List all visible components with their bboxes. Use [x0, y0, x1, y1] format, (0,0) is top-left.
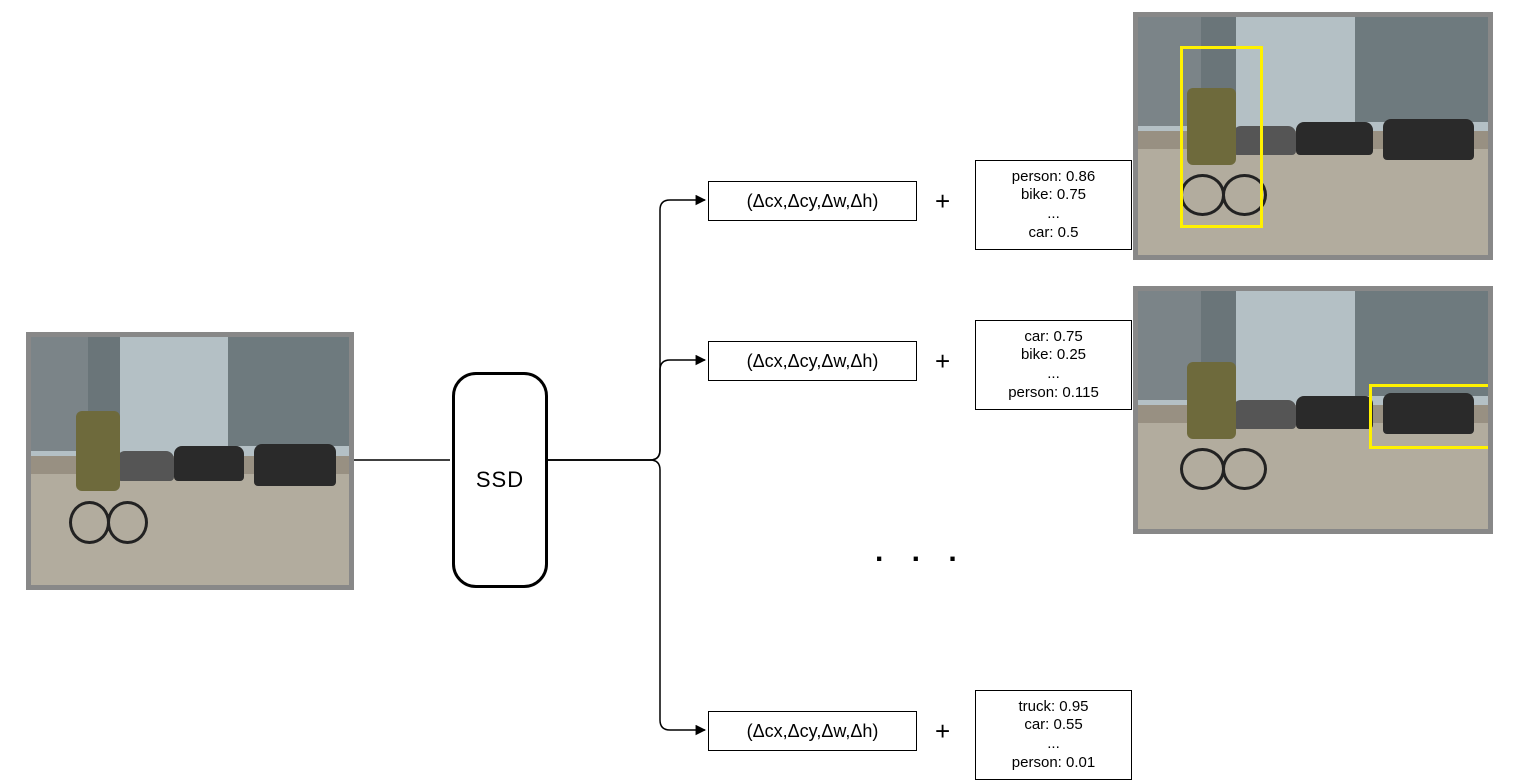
- output-image-1: [1133, 12, 1493, 260]
- plus-1: +: [935, 186, 950, 217]
- score-3-line-2: ...: [986, 735, 1121, 754]
- ssd-block: SSD: [452, 372, 548, 588]
- delta-box-1: (Δcx,Δcy,Δw,Δh): [708, 181, 917, 221]
- score-2-line-3: person: 0.115: [986, 384, 1121, 403]
- bbox-car: [1369, 384, 1491, 450]
- score-1-line-1: bike: 0.75: [986, 186, 1121, 205]
- delta-label-3: (Δcx,Δcy,Δw,Δh): [747, 721, 879, 742]
- delta-label-1: (Δcx,Δcy,Δw,Δh): [747, 191, 879, 212]
- score-1-line-0: person: 0.86: [986, 168, 1121, 187]
- score-box-2: car: 0.75 bike: 0.25 ... person: 0.115: [975, 320, 1132, 410]
- pipeline-ellipsis: . . .: [875, 535, 967, 569]
- score-2-line-2: ...: [986, 365, 1121, 384]
- score-2-line-0: car: 0.75: [986, 328, 1121, 347]
- plus-3: +: [935, 716, 950, 747]
- score-3-line-1: car: 0.55: [986, 716, 1121, 735]
- delta-box-2: (Δcx,Δcy,Δw,Δh): [708, 341, 917, 381]
- score-1-line-3: car: 0.5: [986, 224, 1121, 243]
- input-image: [26, 332, 354, 590]
- score-2-line-1: bike: 0.25: [986, 346, 1121, 365]
- score-3-line-3: person: 0.01: [986, 754, 1121, 773]
- score-1-line-2: ...: [986, 205, 1121, 224]
- delta-box-3: (Δcx,Δcy,Δw,Δh): [708, 711, 917, 751]
- score-box-1: person: 0.86 bike: 0.75 ... car: 0.5: [975, 160, 1132, 250]
- output-image-2: [1133, 286, 1493, 534]
- score-3-line-0: truck: 0.95: [986, 698, 1121, 717]
- bbox-person: [1180, 46, 1263, 228]
- ssd-label: SSD: [476, 467, 524, 493]
- diagram-canvas: SSD (Δcx,Δcy,Δw,Δh) + person: 0.86 bike:…: [0, 0, 1518, 782]
- plus-2: +: [935, 346, 950, 377]
- delta-label-2: (Δcx,Δcy,Δw,Δh): [747, 351, 879, 372]
- score-box-3: truck: 0.95 car: 0.55 ... person: 0.01: [975, 690, 1132, 780]
